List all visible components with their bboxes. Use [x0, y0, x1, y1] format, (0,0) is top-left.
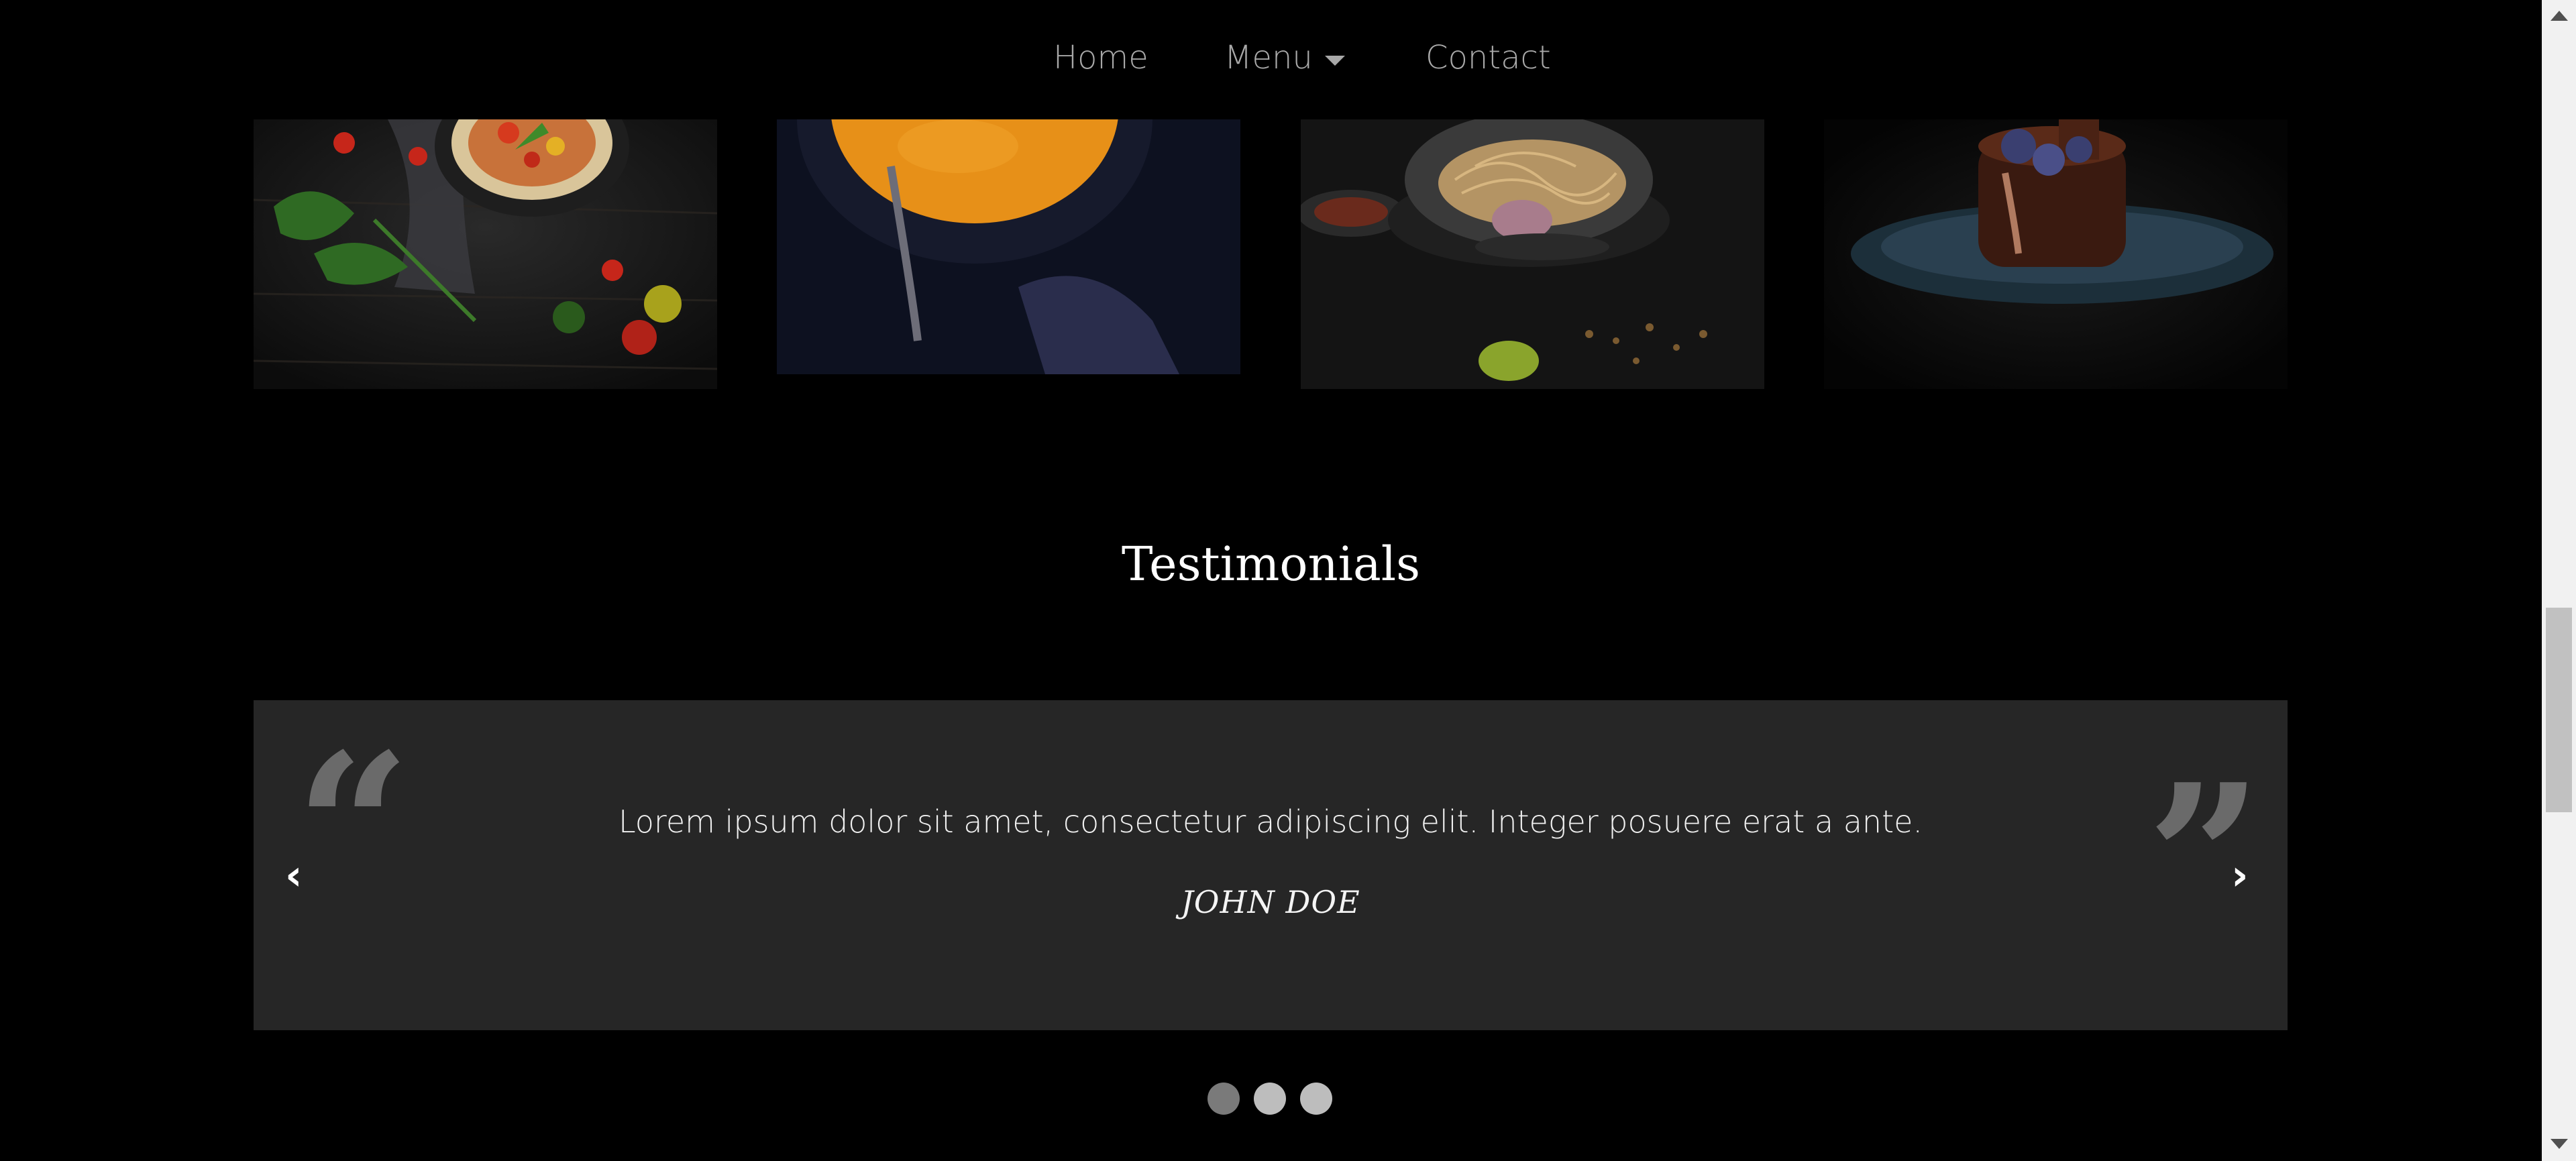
chevron-down-icon[interactable]: [1325, 56, 1345, 66]
scroll-down-arrow-icon[interactable]: [2551, 1139, 2568, 1149]
testimonial-card: “ ” ‹ › Lorem ipsum dolor sit amet, cons…: [254, 700, 2288, 1030]
page: Home Menu Contact Testimonials “ ” ‹ › L…: [0, 0, 2542, 1161]
soup-photo: [777, 119, 1240, 374]
scroll-up-arrow-icon[interactable]: [2551, 11, 2568, 21]
carousel-dot-2[interactable]: [1254, 1083, 1286, 1115]
carousel-dot-1[interactable]: [1208, 1083, 1240, 1115]
testimonials-title: Testimonials: [1121, 537, 1421, 592]
page-scrollbar[interactable]: [2542, 0, 2576, 1161]
navbar: Home Menu Contact: [0, 0, 2542, 119]
nav-contact-link[interactable]: Contact: [1426, 39, 1551, 76]
testimonial-author: JOHN DOE: [1181, 884, 1360, 920]
chocolate-cake-photo: [1824, 119, 2288, 389]
nav-home-link[interactable]: Home: [1053, 39, 1148, 76]
testimonial-quote: Lorem ipsum dolor sit amet, consectetur …: [618, 804, 1923, 840]
scrollbar-thumb[interactable]: [2546, 608, 2572, 812]
pasta-photo: [1301, 119, 1764, 389]
pizza-photo: [254, 119, 717, 389]
carousel-dot-3[interactable]: [1300, 1083, 1332, 1115]
nav-menu-dropdown[interactable]: Menu: [1224, 39, 1313, 76]
